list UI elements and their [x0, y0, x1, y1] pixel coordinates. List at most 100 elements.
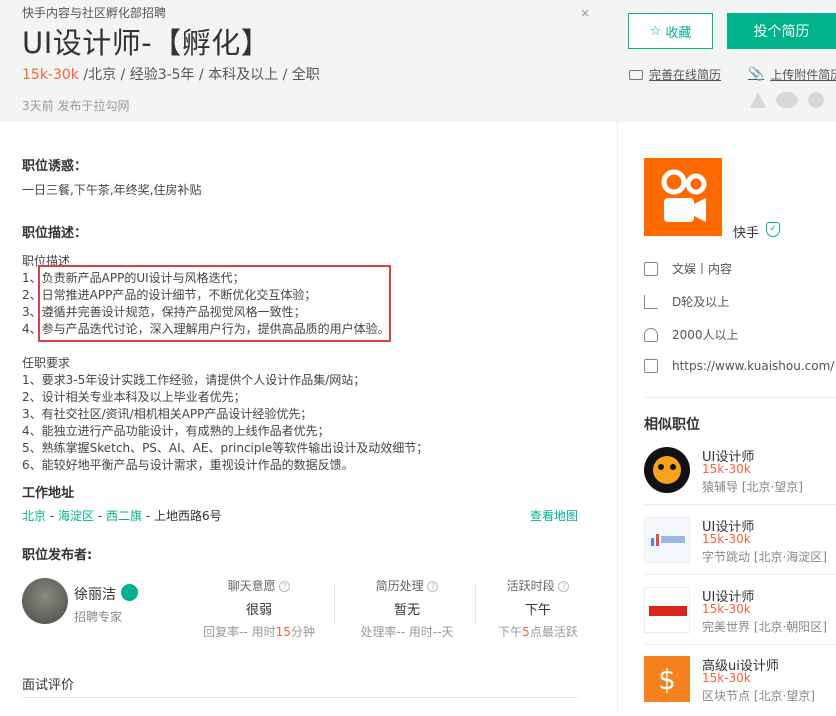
- similar-job-item[interactable]: UI设计师 15k-30k 字节跳动 [北京·海淀区]: [644, 517, 836, 577]
- stat-sub-tail: 分钟: [290, 625, 315, 639]
- apply-button[interactable]: 投个简历: [727, 13, 836, 49]
- stat-sub: 下午: [498, 625, 523, 639]
- home-icon: [644, 359, 658, 373]
- similar-job-salary: 15k-30k: [702, 602, 751, 616]
- company-logo[interactable]: [644, 158, 722, 236]
- stat-divider: [334, 583, 335, 625]
- list-divider: [644, 574, 836, 575]
- similar-job-item[interactable]: UI设计师 15k-30k 完美世界 [北京·朝阳区]: [644, 587, 836, 647]
- section-divider: [644, 397, 836, 398]
- upload-resume-label: 上传附件简历: [770, 68, 836, 82]
- stat-chat-willingness: 聊天意愿 ? 很弱 回复率-- 用时15分钟: [189, 577, 329, 640]
- job-requirements: 15k-30k /北京 / 经验3-5年 / 本科及以上 / 全职: [22, 64, 320, 84]
- similar-job-company: 字节跳动 [北京·海淀区]: [702, 550, 827, 564]
- company-stage: D轮及以上: [644, 293, 729, 310]
- stat-active-period: 活跃时段 ? 下午 下午5点最活跃: [468, 577, 608, 640]
- work-address: 北京 - 海淀区 - 西二旗 - 上地西路6号: [22, 507, 222, 524]
- interview-title: 面试评价: [22, 678, 75, 693]
- verified-icon: ✓: [766, 222, 780, 237]
- perks-title: 职位诱惑：: [22, 159, 88, 174]
- weibo-icon[interactable]: [808, 92, 824, 108]
- requirement-item: 5、熟练掌握Sketch、PS、AI、AE、principle等软件输出设计及动…: [22, 441, 429, 455]
- share-icons: [750, 92, 824, 108]
- stat-value: 很弱: [245, 603, 272, 618]
- chart-icon: [644, 294, 658, 309]
- publisher-name: 徐丽洁: [74, 587, 116, 603]
- online-resume-link[interactable]: 完善在线简历: [629, 66, 721, 83]
- address-area-link[interactable]: 西二旗: [106, 509, 142, 523]
- requirements-subtitle: 任职要求: [22, 356, 71, 370]
- company-stage-text: D轮及以上: [672, 295, 730, 309]
- column-divider: [617, 122, 618, 712]
- publisher-role: 招聘专家: [74, 610, 123, 624]
- job-requirement-text: /北京 / 经验3-5年 / 本科及以上 / 全职: [78, 67, 320, 83]
- similar-job-item[interactable]: UI设计师 15k-30k 猿辅导 [北京·望京]: [644, 447, 836, 507]
- company-field-text: 文娱丨内容: [672, 262, 733, 276]
- similar-job-salary: 15k-30k: [702, 462, 751, 476]
- person-icon: [644, 327, 658, 342]
- company-size: 2000人以上: [644, 326, 739, 343]
- similar-jobs-title: 相似职位: [644, 417, 700, 433]
- stat-label: 简历处理: [375, 579, 424, 593]
- upload-resume-link[interactable]: 📎 上传附件简历: [748, 66, 836, 83]
- address-street: 上地西路6号: [153, 509, 222, 523]
- close-icon[interactable]: ×: [580, 6, 590, 20]
- block-node-logo-icon: $: [658, 663, 676, 696]
- list-divider: [644, 504, 836, 505]
- address-city-link[interactable]: 北京: [22, 509, 46, 523]
- svg-text:$: $: [658, 663, 676, 696]
- address-sep: -: [46, 509, 58, 523]
- company-name[interactable]: 快手: [733, 222, 759, 241]
- favorite-button[interactable]: ☆ 收藏: [628, 13, 713, 49]
- kuaishou-logo-icon: [661, 169, 707, 222]
- online-resume-label: 完善在线简历: [649, 68, 722, 82]
- requirement-item: 3、有社交社区/资讯/相机相关APP产品设计经验优先；: [22, 407, 313, 421]
- stat-sub-tail: 点最活跃: [529, 625, 578, 639]
- view-map-link[interactable]: 查看地图: [530, 507, 578, 524]
- stat-sub-highlight: 5: [522, 625, 530, 639]
- company-logo: $: [644, 656, 690, 702]
- stat-resume-processing: 简历处理 ? 暂无 处理率-- 用时--天: [337, 577, 477, 640]
- address-sep: -: [141, 509, 154, 523]
- help-icon[interactable]: ?: [279, 581, 291, 592]
- similar-job-salary: 15k-30k: [702, 532, 751, 546]
- requirement-item: 4、能独立进行产品功能设计，有成熟的上线作品者优先；: [22, 424, 330, 438]
- help-icon[interactable]: ?: [558, 581, 570, 592]
- job-salary: 15k-30k: [22, 67, 79, 83]
- company-field: 文娱丨内容: [644, 260, 732, 277]
- company-logo: [644, 587, 690, 633]
- resume-icon: [629, 69, 643, 80]
- job-title: UI设计师-【孵化】: [22, 26, 271, 60]
- chat-icon[interactable]: [121, 584, 138, 601]
- stat-sub: 回复率-- 用时: [203, 625, 276, 639]
- job-header: 快手内容与社区孵化部招聘 UI设计师-【孵化】 × 15k-30k /北京 / …: [0, 0, 836, 122]
- perfect-world-logo-icon: [649, 606, 687, 616]
- stat-sub: 处理率-- 用时--天: [360, 625, 454, 639]
- help-icon[interactable]: ?: [427, 581, 439, 592]
- similar-job-item[interactable]: $ 高级ui设计师 15k-30k 区块节点 [北京·望京]: [644, 656, 836, 716]
- similar-job-company: 完美世界 [北京·朝阳区]: [702, 620, 827, 634]
- report-icon[interactable]: [750, 92, 766, 108]
- wechat-icon[interactable]: [776, 92, 798, 108]
- posted-time: 3天前 发布于拉勾网: [22, 99, 130, 113]
- stat-sub-highlight: 15: [275, 625, 291, 639]
- description-title: 职位描述：: [22, 226, 88, 241]
- section-divider: [22, 697, 578, 698]
- similar-job-company: 区块节点 [北京·望京]: [702, 689, 815, 703]
- requirement-item: 2、设计相关专业本科及以上毕业者优先；: [22, 390, 246, 404]
- bytedance-logo-icon: [651, 534, 685, 546]
- category-icon: [644, 261, 658, 276]
- address-sep: -: [94, 509, 106, 523]
- highlight-box: [38, 265, 391, 342]
- address-district-link[interactable]: 海淀区: [58, 509, 94, 523]
- similar-job-company: 猿辅导 [北京·望京]: [702, 480, 803, 494]
- address-title: 工作地址: [22, 486, 75, 501]
- avatar[interactable]: [22, 578, 68, 624]
- company-logo: [644, 517, 690, 563]
- favorite-label: 收藏: [665, 25, 692, 41]
- star-icon: ☆: [649, 23, 662, 39]
- stat-value: 暂无: [393, 603, 420, 618]
- company-size-text: 2000人以上: [672, 328, 739, 342]
- company-website-link[interactable]: https://www.kuaishou.com/: [672, 359, 834, 373]
- stat-value: 下午: [524, 603, 551, 618]
